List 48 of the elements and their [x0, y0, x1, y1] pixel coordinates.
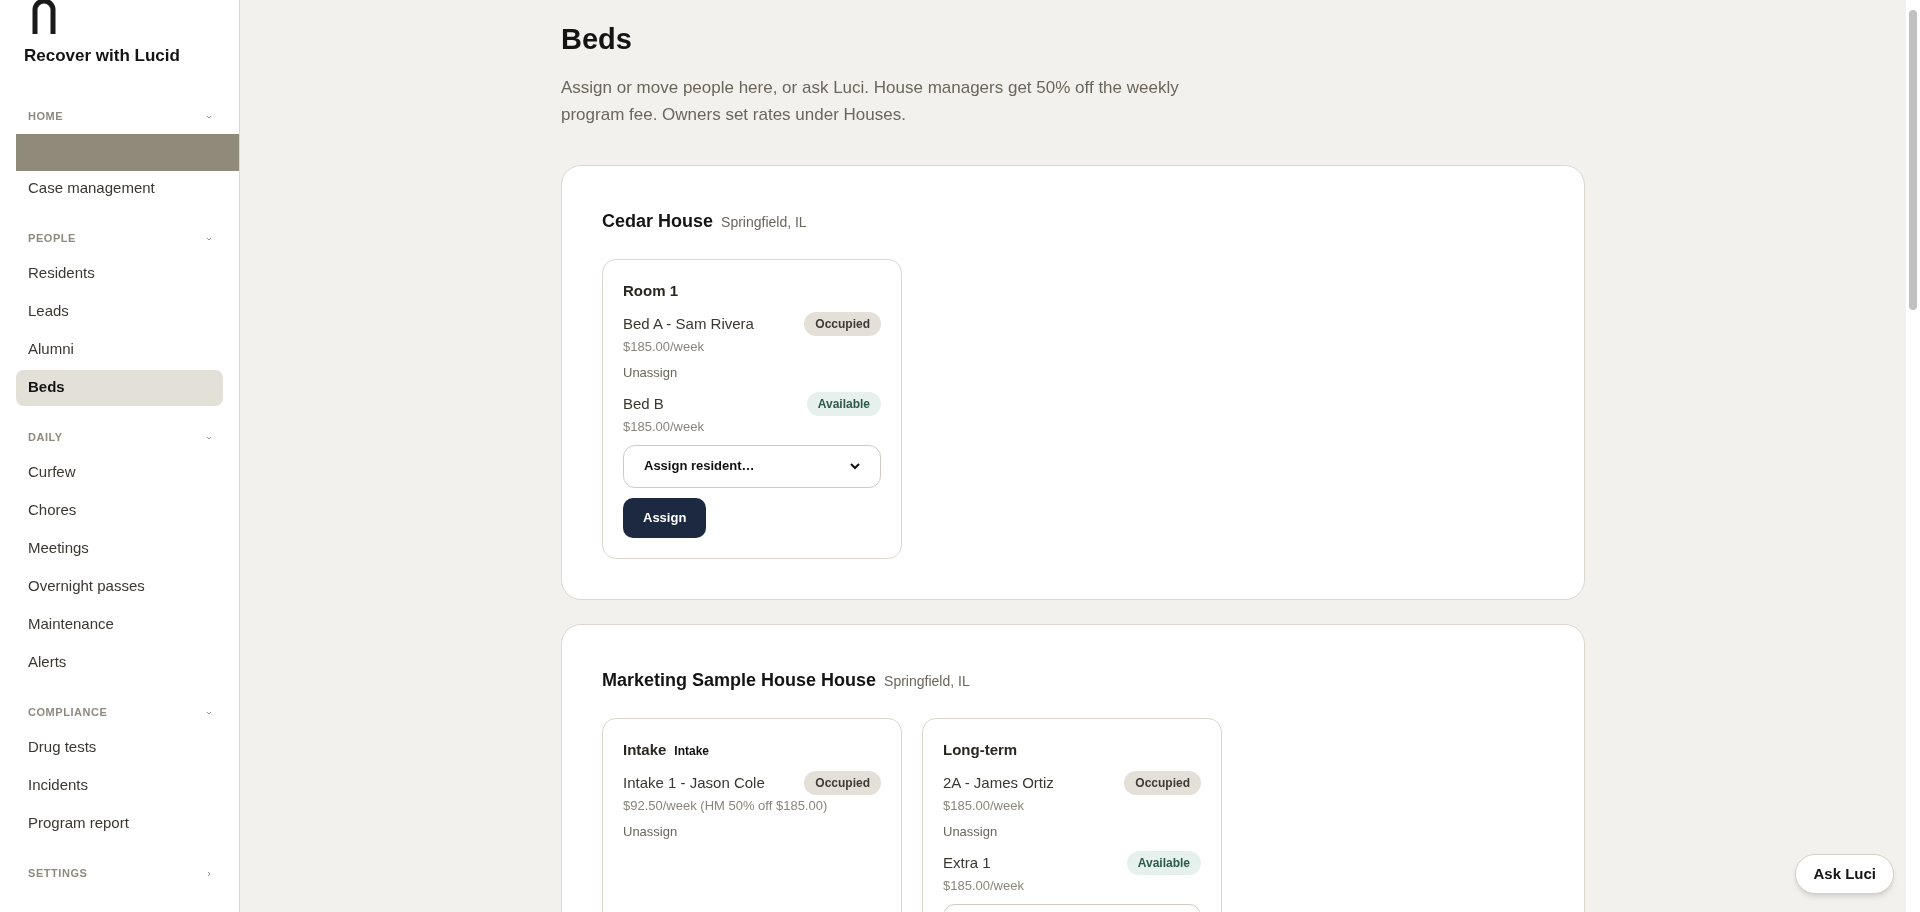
nav-item[interactable]: Overnight passes [16, 568, 223, 605]
chevron-down-icon [850, 462, 860, 470]
status-badge: Occupied [1124, 771, 1201, 795]
status-badge: Available [806, 392, 881, 416]
room-name: Intake [623, 739, 667, 760]
nav-item[interactable]: Case management [16, 170, 223, 207]
house-name: Cedar House [602, 209, 714, 233]
unassign-link[interactable]: Unassign [623, 362, 678, 382]
bed-price: $185.00/week [943, 797, 1024, 815]
bed-name: 2A - James Ortiz [943, 772, 1054, 793]
nav-item[interactable]: Curfew [16, 454, 223, 491]
page-title: Beds [561, 22, 632, 57]
bed-price: $185.00/week [623, 418, 704, 436]
room-tag: Intake [674, 741, 710, 760]
bed-price: $185.00/week [943, 877, 1024, 895]
status-badge: Available [1126, 851, 1201, 875]
bed-price: $92.50/week (HM 50% off $185.00) [623, 797, 828, 815]
bed-name: Intake 1 - Jason Cole [623, 772, 765, 793]
house-location: Springfield, IL [721, 212, 807, 232]
ask-luci-button[interactable]: Ask Luci [1795, 854, 1894, 894]
nav-item[interactable]: Beds [16, 369, 223, 406]
brand-name: Recover with Lucid [24, 45, 180, 67]
house-name: Marketing Sample House House [602, 668, 877, 692]
nav-item[interactable]: Incidents [16, 767, 223, 804]
house-location: Springfield, IL [884, 671, 970, 691]
assign-button[interactable]: Assign [623, 497, 707, 538]
nav-item[interactable]: Drug tests [16, 729, 223, 766]
status-badge: Occupied [804, 312, 881, 336]
unassign-link[interactable]: Unassign [623, 821, 678, 841]
nav-item[interactable]: Alerts [16, 644, 223, 681]
nav-item[interactable]: Meetings [16, 530, 223, 567]
page-description: Assign or move people here, or ask Luci. House managers get 50% off the weekly program fee. Owners set rates under Houses. [561, 76, 1180, 126]
room-name: Room 1 [623, 280, 678, 301]
nav-item[interactable]: Leads [16, 293, 223, 330]
bed-name: Bed A - Sam Rivera [623, 313, 754, 334]
nav-item[interactable]: Program report [16, 805, 223, 842]
unassign-link[interactable]: Unassign [943, 821, 998, 841]
status-badge: Occupied [804, 771, 881, 795]
logo-icon [32, 0, 56, 34]
nav-item[interactable]: Alumni [16, 331, 223, 368]
nav-item[interactable]: Maintenance [16, 606, 223, 643]
bed-name: Extra 1 [943, 852, 991, 873]
bed-price: $185.00/week [623, 338, 704, 356]
bed-name: Bed B [623, 393, 664, 414]
assign-resident-select[interactable]: Assign resident… [623, 444, 881, 488]
nav-item[interactable]: Residents [16, 255, 223, 292]
room-name: Long-term [943, 739, 1018, 760]
nav-item[interactable]: Chores [16, 492, 223, 529]
